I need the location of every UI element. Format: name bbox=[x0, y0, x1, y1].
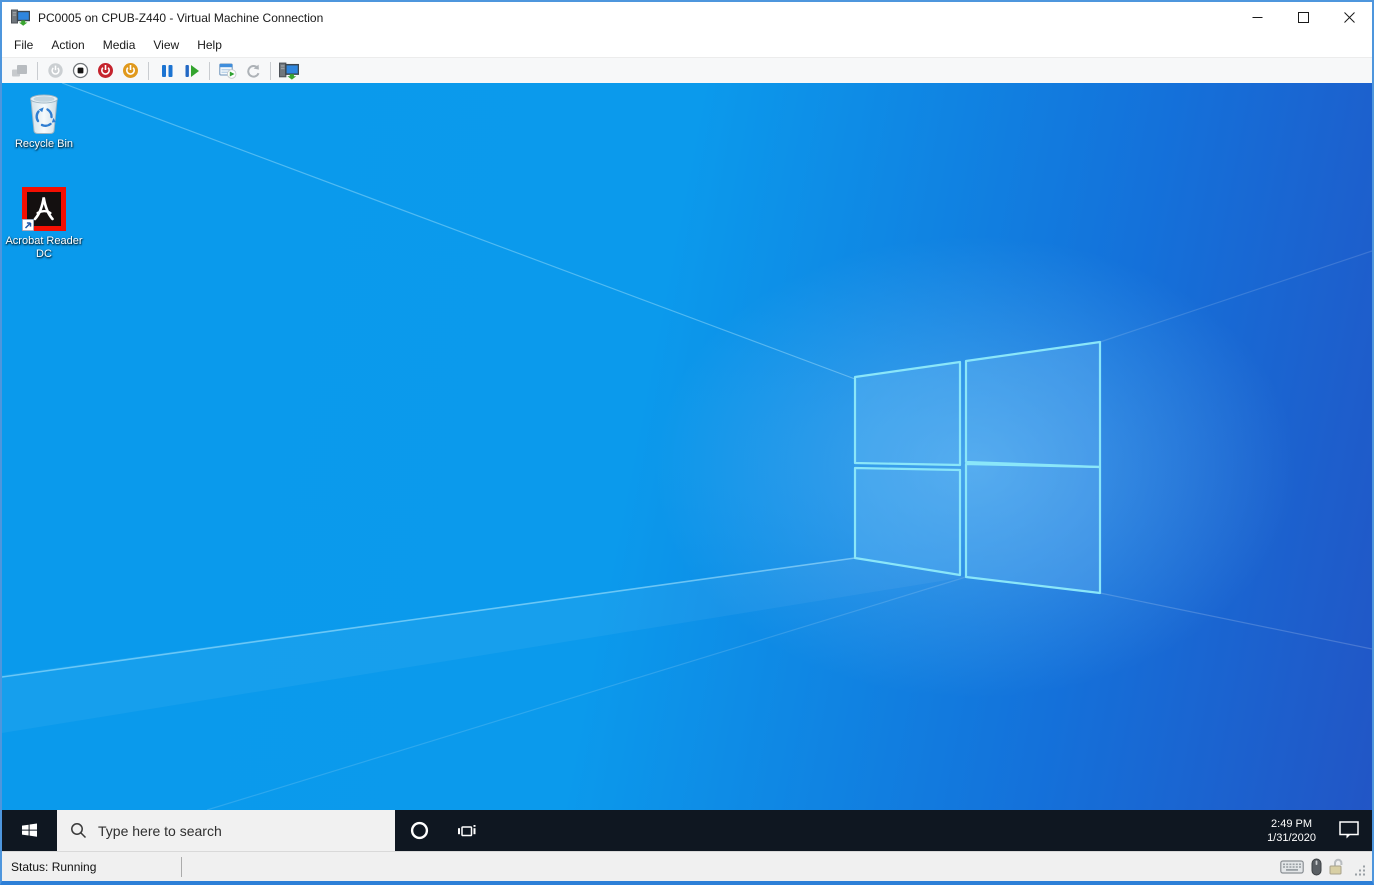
shut-down-icon[interactable] bbox=[93, 60, 118, 82]
desktop-icon-label: Recycle Bin bbox=[14, 138, 74, 150]
toolbar-separator bbox=[37, 61, 38, 80]
recycle-bin-icon bbox=[30, 94, 58, 134]
cortana-button[interactable] bbox=[395, 810, 443, 851]
menu-bar: File Action Media View Help bbox=[2, 33, 1372, 57]
vm-toolbar bbox=[2, 57, 1372, 83]
task-view-button[interactable] bbox=[443, 810, 491, 851]
resize-grip[interactable] bbox=[1355, 865, 1366, 876]
search-input[interactable] bbox=[98, 822, 378, 839]
start-power-icon bbox=[43, 60, 68, 82]
toolbar-separator bbox=[148, 61, 149, 80]
desktop-icon-acrobat-reader[interactable]: Acrobat Reader DC bbox=[5, 186, 83, 261]
vm-status-text: Status: Running bbox=[11, 859, 97, 874]
windows-logo-wallpaper bbox=[2, 83, 1372, 810]
toolbar-separator bbox=[270, 61, 271, 80]
menu-media[interactable]: Media bbox=[94, 35, 145, 55]
status-separator bbox=[181, 856, 182, 877]
save-state-icon[interactable] bbox=[118, 60, 143, 82]
taskbar-clock[interactable]: 2:49 PM 1/31/2020 bbox=[1257, 810, 1326, 851]
start-button[interactable] bbox=[2, 810, 57, 851]
clock-date: 1/31/2020 bbox=[1267, 831, 1316, 844]
status-indicators bbox=[1280, 858, 1366, 876]
start-icon bbox=[22, 823, 37, 837]
reset-icon[interactable] bbox=[179, 60, 204, 82]
action-center-button[interactable] bbox=[1326, 810, 1372, 851]
title-bar: PC0005 on CPUB-Z440 - Virtual Machine Co… bbox=[2, 2, 1372, 33]
acrobat-reader-icon bbox=[22, 187, 66, 231]
pause-icon[interactable] bbox=[154, 60, 179, 82]
turn-off-icon[interactable] bbox=[68, 60, 93, 82]
toolbar-separator bbox=[209, 61, 210, 80]
menu-help[interactable]: Help bbox=[188, 35, 231, 55]
menu-view[interactable]: View bbox=[144, 35, 188, 55]
action-center-icon bbox=[1338, 821, 1359, 839]
ctrl-alt-del-icon bbox=[7, 60, 32, 82]
taskbar: 2:49 PM 1/31/2020 bbox=[2, 810, 1372, 851]
task-view-icon bbox=[458, 824, 476, 836]
clock-time: 2:49 PM bbox=[1271, 817, 1313, 830]
shortcut-arrow-overlay bbox=[22, 219, 34, 231]
close-button[interactable] bbox=[1326, 2, 1372, 33]
checkpoint-icon[interactable] bbox=[215, 60, 240, 82]
revert-icon bbox=[240, 60, 265, 82]
maximize-button[interactable] bbox=[1280, 2, 1326, 33]
taskbar-empty-area bbox=[491, 810, 1257, 851]
cortana-icon bbox=[410, 821, 428, 840]
minimize-button[interactable] bbox=[1234, 2, 1280, 33]
desktop-icon-recycle-bin[interactable]: Recycle Bin bbox=[5, 91, 83, 151]
enhanced-session-icon[interactable] bbox=[276, 60, 301, 82]
desktop-icon-label: Acrobat Reader DC bbox=[5, 235, 83, 260]
window-controls bbox=[1234, 2, 1372, 33]
keyboard-icon bbox=[1280, 859, 1304, 874]
status-bar: Status: Running bbox=[2, 851, 1372, 881]
mouse-icon bbox=[1311, 858, 1322, 875]
vm-connection-window: PC0005 on CPUB-Z440 - Virtual Machine Co… bbox=[0, 0, 1374, 885]
window-title: PC0005 on CPUB-Z440 - Virtual Machine Co… bbox=[38, 10, 324, 25]
menu-action[interactable]: Action bbox=[42, 35, 93, 55]
vm-connection-icon bbox=[11, 9, 30, 26]
taskbar-search-box[interactable] bbox=[57, 810, 395, 851]
vm-desktop: Recycle Bin Acrobat Reader DC Type here … bbox=[2, 83, 1372, 851]
search-icon bbox=[71, 823, 87, 839]
menu-file[interactable]: File bbox=[5, 35, 42, 55]
lock-icon bbox=[1329, 858, 1343, 875]
